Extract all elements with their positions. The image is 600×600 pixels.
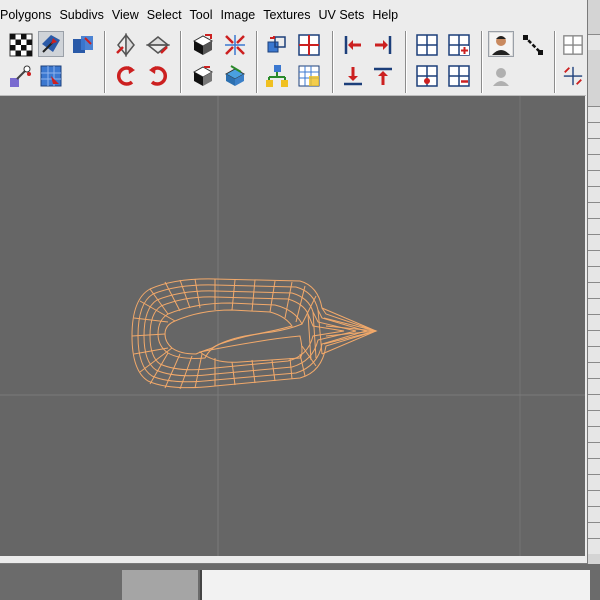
toolbar-separator [104,31,106,93]
side-panel-cell [588,298,600,314]
toolbar-separator [481,31,483,93]
menu-textures[interactable]: Textures [263,8,316,22]
align-bottom-icon[interactable] [340,63,366,89]
rotate-ccw-icon[interactable] [113,63,139,89]
side-panel-cell [588,170,600,186]
diagonal-line-icon[interactable] [520,32,546,58]
cut-uv-icon[interactable] [70,32,96,58]
uv-snapshot-icon[interactable] [8,63,34,89]
toolbar-separator [405,31,407,93]
toolbar-separator [554,31,556,93]
align-left-icon[interactable] [340,32,366,58]
separate-icon[interactable] [222,63,248,89]
menu-image[interactable]: Image [220,8,261,22]
toolbar-separator [256,31,258,93]
move-shell-icon[interactable] [264,32,290,58]
menu-select[interactable]: Select [147,8,188,22]
side-panel-cell [588,282,600,298]
background-panel [200,570,590,600]
side-panel-cell [588,410,600,426]
map-borders-icon[interactable] [222,32,248,58]
menu-bar: Polygons Subdivs View Select Tool Image … [0,5,588,25]
uv-texture-editor-window: Polygons Subdivs View Select Tool Image … [0,0,588,564]
unfold-uv-icon[interactable] [296,63,322,89]
side-panel-cell [588,34,600,50]
menu-help[interactable]: Help [372,8,404,22]
side-panel-cell [588,138,600,154]
side-panel-cell [588,426,600,442]
checker-uv-icon[interactable] [8,32,34,58]
texture-borders-icon[interactable] [562,32,584,58]
side-panel-cell [588,234,600,250]
menu-tool[interactable]: Tool [190,8,219,22]
background-desktop [0,564,600,600]
flip-v-icon[interactable] [145,32,171,58]
side-panel-cell [588,186,600,202]
side-panel-cell [588,442,600,458]
uv-viewport[interactable] [0,96,585,556]
side-panel-cell [588,362,600,378]
cycle-uv-icon[interactable] [190,32,216,58]
menu-polygons[interactable]: Polygons [0,8,57,22]
menu-uv-sets[interactable]: UV Sets [318,8,370,22]
side-panel-cell [588,346,600,362]
side-panel-cell [588,378,600,394]
add-pane-icon[interactable] [446,32,472,58]
user-photo-icon[interactable] [488,31,514,57]
side-panel-cell [588,266,600,282]
grid-pane-icon[interactable] [414,32,440,58]
background-panel [122,570,198,600]
snap-grid-icon[interactable] [296,32,322,58]
side-panel-cell [588,330,600,346]
grid-uv-icon[interactable] [38,63,64,89]
side-panel-cell [588,154,600,170]
isolate-select-icon[interactable] [562,63,584,89]
side-panel-cell [588,218,600,234]
uv-toolbar [0,27,586,96]
side-panel-cell [588,394,600,410]
user-gray-icon[interactable] [488,63,514,89]
side-panel-cell [588,538,600,554]
uv-canvas[interactable] [0,96,585,556]
side-panel-cell [588,506,600,522]
toolbar-separator [180,31,182,93]
side-panel-cell [588,122,600,138]
uv-wireframe-shell [131,278,378,390]
align-right-icon[interactable] [370,32,396,58]
remove-pane-icon[interactable] [414,63,440,89]
side-panel-cell [588,458,600,474]
checker-select-icon[interactable] [190,63,216,89]
side-panel-edge [588,0,600,600]
flip-u-icon[interactable] [113,32,139,58]
side-panel-cell [588,314,600,330]
layout-uv-icon[interactable] [264,63,290,89]
toolbar-separator [332,31,334,93]
side-panel-cell [588,202,600,218]
side-panel-cell [588,474,600,490]
move-uv-icon[interactable] [38,31,64,57]
side-panel-cell [588,490,600,506]
side-panel-cell [588,522,600,538]
side-panel-cell [588,250,600,266]
rotate-cw-icon[interactable] [145,63,171,89]
menu-subdivs[interactable]: Subdivs [59,8,109,22]
menu-view[interactable]: View [112,8,145,22]
delete-pane-icon[interactable] [446,63,472,89]
align-top-icon[interactable] [370,63,396,89]
side-panel-cell [588,106,600,122]
